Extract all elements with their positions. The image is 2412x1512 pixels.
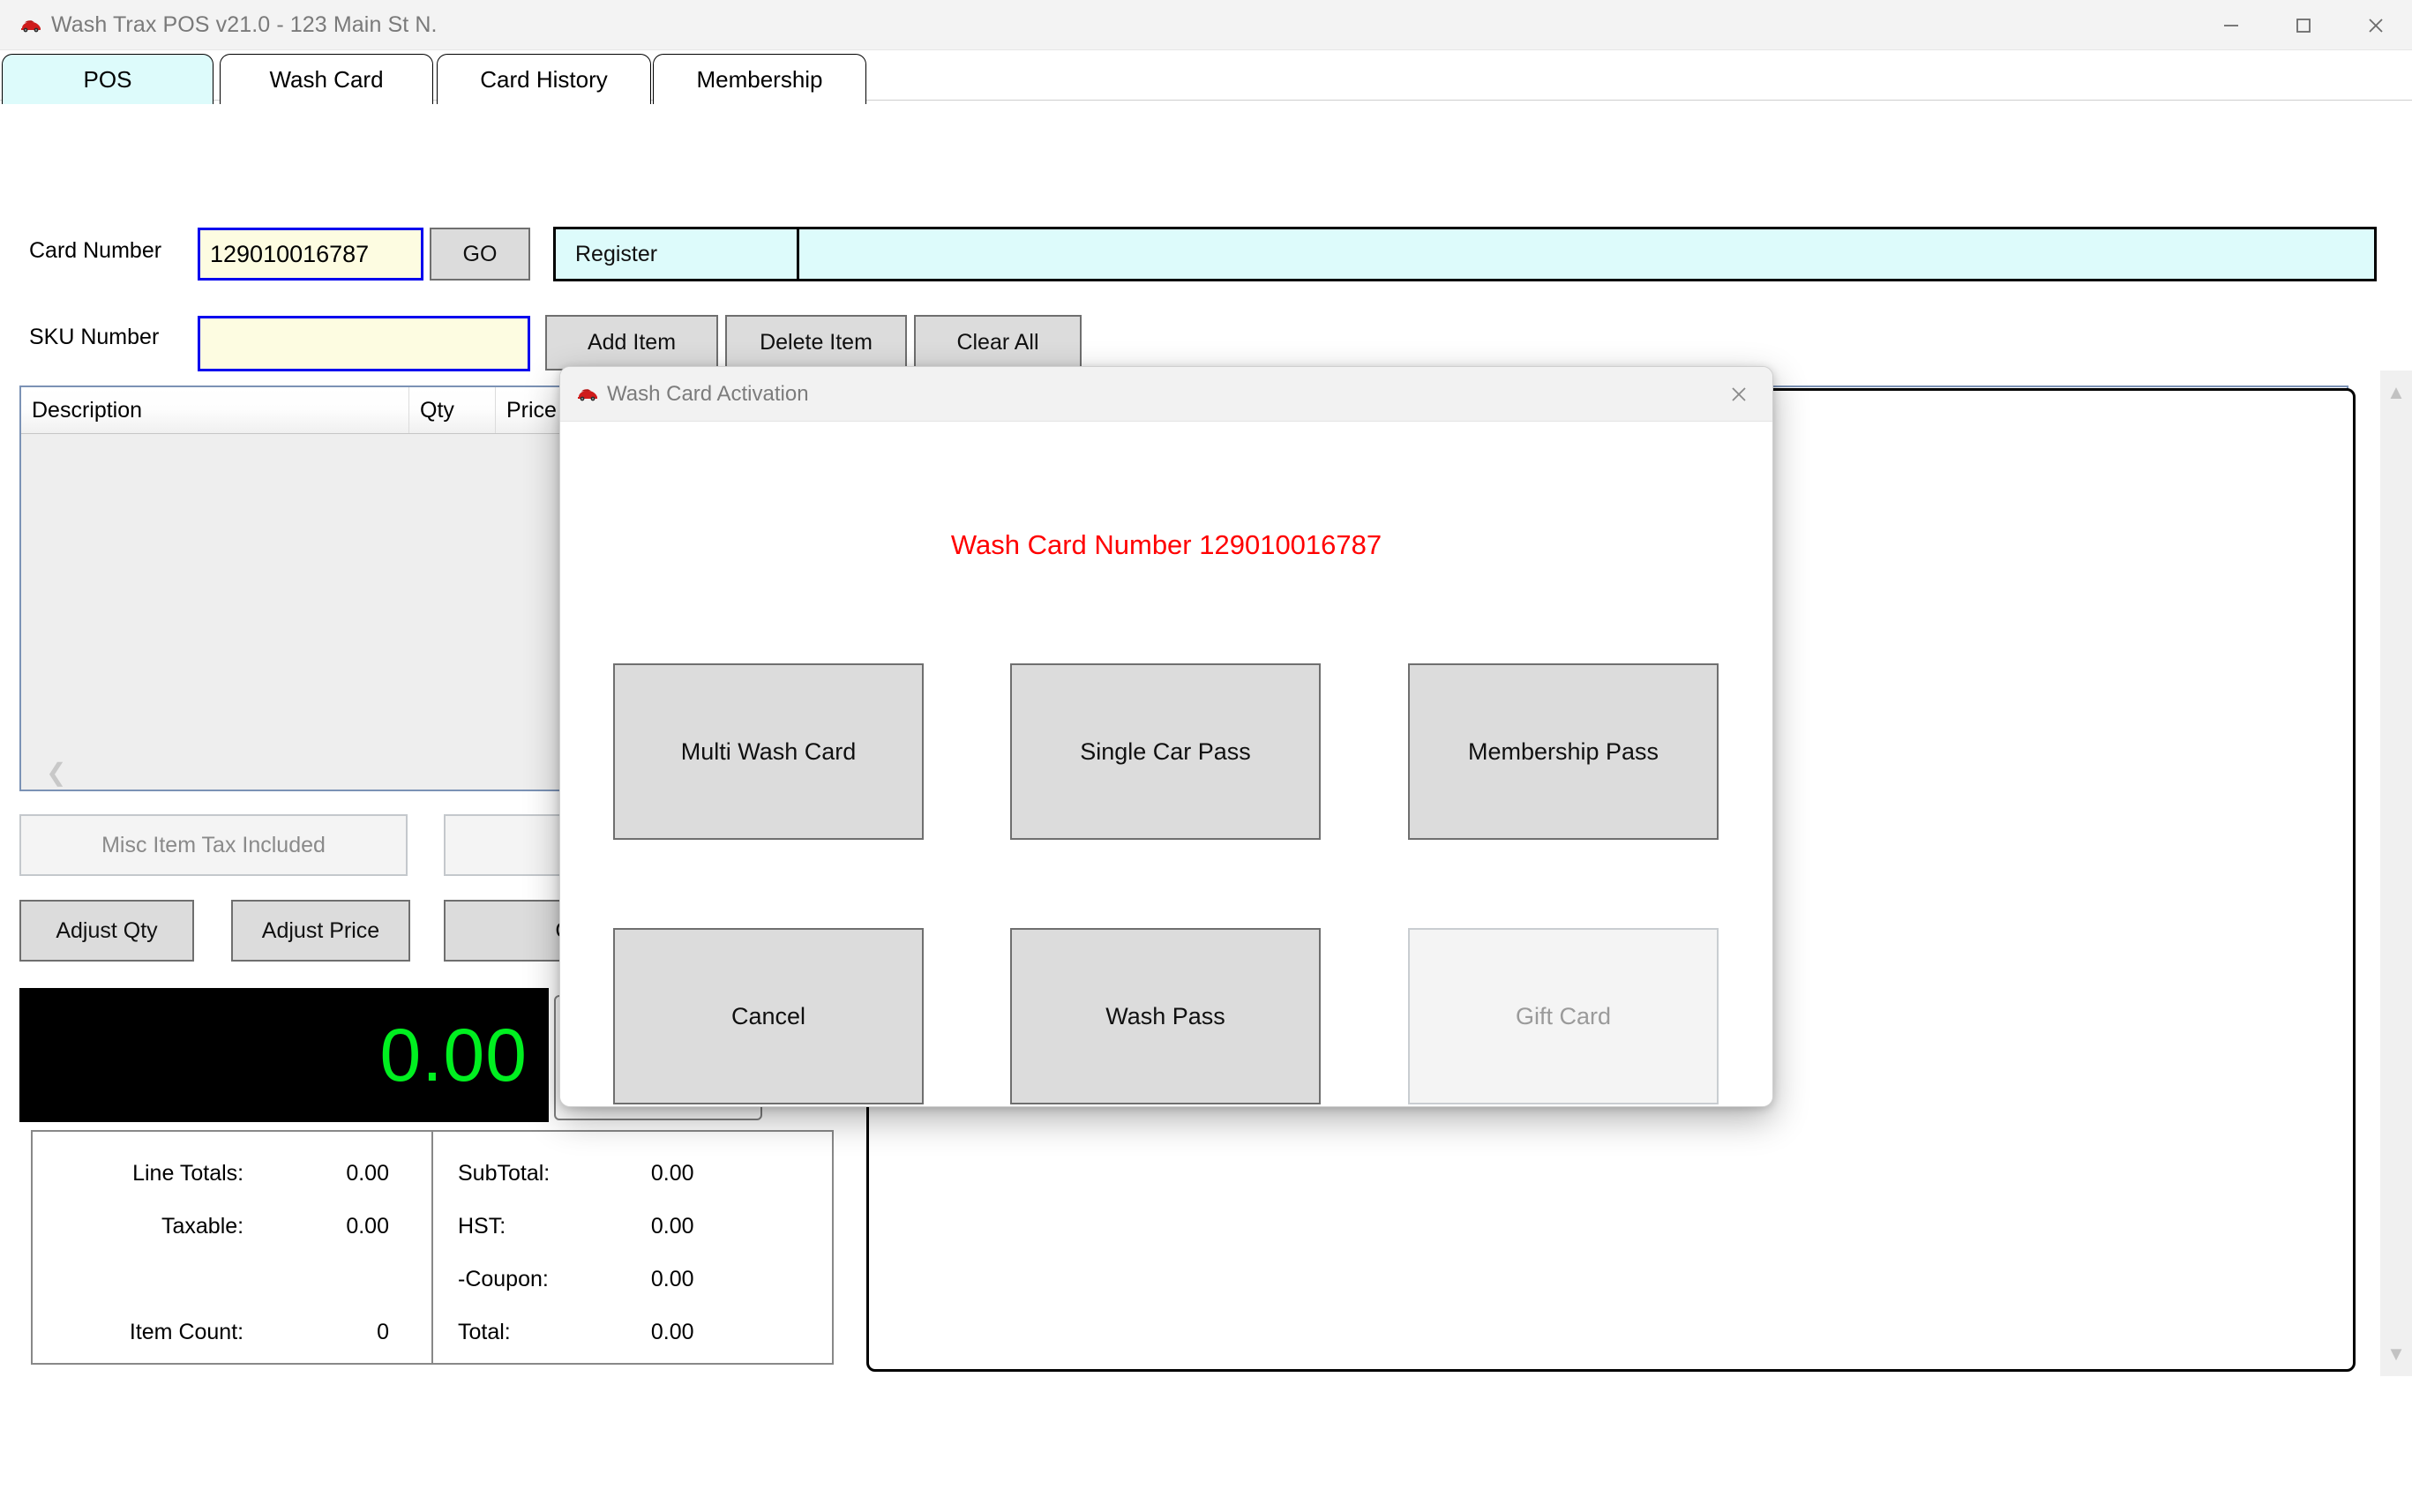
wash-card-number-heading: Wash Card Number 129010016787 [950, 529, 1382, 560]
add-item-button[interactable]: Add Item [545, 315, 718, 371]
taxable-value: 0.00 [346, 1213, 389, 1239]
tab-card-history-label: Card History [480, 65, 608, 93]
totals-panel: Line Totals: 0.00 Taxable: 0.00 Item Cou… [31, 1130, 834, 1365]
tab-membership-label: Membership [696, 65, 823, 93]
tab-strip: POS Wash Card Card History Membership [0, 50, 2412, 104]
gift-card-button: Gift Card [1408, 928, 1719, 1104]
hst-label: HST: [458, 1213, 506, 1239]
title-bar-left: Wash Trax POS v21.0 - 123 Main St N. [19, 0, 438, 50]
coupon-value: 0.00 [650, 1266, 694, 1291]
chevron-left-icon[interactable]: ❮ [46, 758, 66, 787]
car-icon [576, 387, 599, 401]
card-number-input[interactable]: 129010016787 [198, 228, 423, 281]
coupon-label-total: -Coupon: [458, 1266, 549, 1291]
subtotal-label: SubTotal: [458, 1160, 551, 1186]
column-header-qty: Qty [409, 387, 496, 433]
line-totals-label: Line Totals: [132, 1160, 244, 1186]
totals-left-column: Line Totals: 0.00 Taxable: 0.00 Item Cou… [33, 1132, 433, 1363]
dialog-close-icon[interactable] [1705, 367, 1772, 422]
multi-wash-card-button[interactable]: Multi Wash Card [613, 663, 924, 840]
tab-pos-label: POS [83, 65, 132, 93]
wash-card-activation-dialog: Wash Card Activation Wash Card Number 12… [559, 366, 1773, 1107]
totals-row-coupon: -Coupon: 0.00 [433, 1260, 832, 1299]
dialog-title-bar: Wash Card Activation [560, 367, 1772, 422]
chevron-up-icon[interactable]: ▲ [2386, 381, 2406, 404]
totals-row-total: Total: 0.00 [433, 1313, 832, 1351]
title-bar: Wash Trax POS v21.0 - 123 Main St N. [0, 0, 2412, 50]
go-button[interactable]: GO [430, 228, 530, 281]
column-header-description: Description [21, 387, 409, 433]
totals-row-taxable: Taxable: 0.00 [33, 1207, 431, 1246]
totals-row-item-count: Item Count: 0 [33, 1313, 431, 1351]
tab-wash-card[interactable]: Wash Card [220, 54, 433, 104]
misc-item-tax-included-button[interactable]: Misc Item Tax Included [19, 814, 408, 876]
adjust-price-button[interactable]: Adjust Price [231, 900, 410, 962]
single-car-pass-button[interactable]: Single Car Pass [1010, 663, 1321, 840]
tab-pos[interactable]: POS [2, 54, 213, 104]
totals-row-subtotal: SubTotal: 0.00 [433, 1154, 832, 1193]
subtotal-value: 0.00 [650, 1160, 694, 1186]
window-vertical-scrollbar[interactable]: ▲ ▼ [2380, 371, 2412, 1376]
chevron-down-icon[interactable]: ▼ [2386, 1343, 2406, 1366]
adjust-qty-button[interactable]: Adjust Qty [19, 900, 194, 962]
membership-pass-button[interactable]: Membership Pass [1408, 663, 1719, 840]
tab-membership[interactable]: Membership [653, 54, 866, 104]
window-title: Wash Trax POS v21.0 - 123 Main St N. [51, 12, 438, 37]
window-controls [2195, 0, 2412, 50]
application-window: Wash Trax POS v21.0 - 123 Main St N. POS… [0, 0, 2412, 1512]
totals-row-line-totals: Line Totals: 0.00 [33, 1154, 431, 1193]
line-totals-value: 0.00 [346, 1160, 389, 1186]
card-number-label: Card Number [29, 238, 162, 263]
total-value: 0.00 [650, 1319, 694, 1344]
delete-item-button[interactable]: Delete Item [725, 315, 907, 371]
register-bar: Register [553, 227, 2377, 281]
dialog-body: Wash Card Number 129010016787 Multi Wash… [560, 422, 1772, 1106]
item-count-value: 0 [377, 1319, 389, 1344]
wash-pass-button[interactable]: Wash Pass [1010, 928, 1321, 1104]
clear-all-button[interactable]: Clear All [914, 315, 1082, 371]
register-label: Register [556, 229, 799, 279]
cancel-button[interactable]: Cancel [613, 928, 924, 1104]
amount-display: 0.00 [19, 988, 549, 1122]
register-value[interactable] [799, 229, 2374, 279]
sku-number-input[interactable] [198, 316, 530, 371]
minimize-icon[interactable] [2195, 0, 2267, 50]
tab-card-history[interactable]: Card History [437, 54, 651, 104]
total-label: Total: [458, 1319, 511, 1344]
tab-wash-card-label: Wash Card [269, 65, 384, 93]
taxable-label: Taxable: [161, 1213, 244, 1239]
car-icon [19, 19, 42, 33]
totals-row-hst: HST: 0.00 [433, 1207, 832, 1246]
maximize-icon[interactable] [2267, 0, 2340, 50]
item-count-label: Item Count: [129, 1319, 244, 1344]
dialog-title: Wash Card Activation [607, 381, 809, 406]
sku-number-label: SKU Number [29, 325, 160, 349]
totals-right-column: SubTotal: 0.00 HST: 0.00 -Coupon: 0.00 T… [433, 1132, 832, 1363]
close-icon[interactable] [2340, 0, 2412, 50]
hst-value: 0.00 [650, 1213, 694, 1239]
